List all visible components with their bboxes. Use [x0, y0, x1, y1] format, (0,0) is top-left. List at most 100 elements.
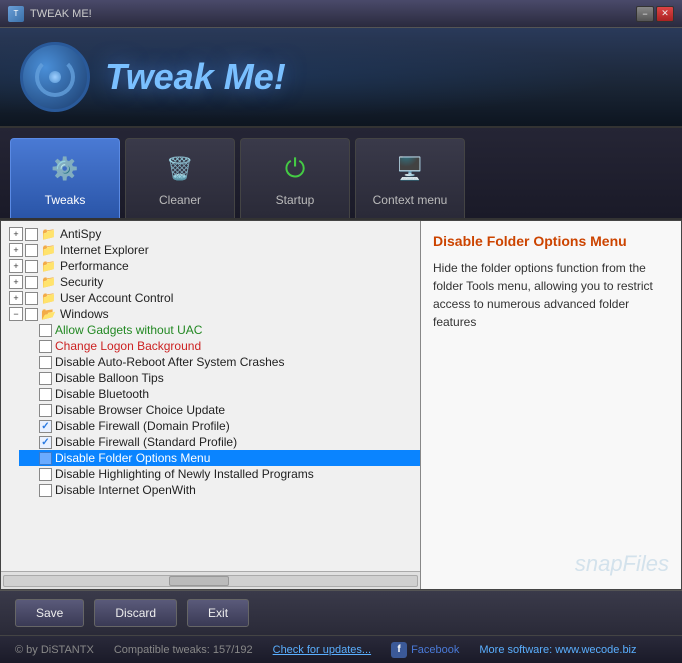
tree-item-antispy[interactable]: + 📁 AntiSpy — [5, 226, 420, 242]
label-performance: Performance — [60, 259, 129, 273]
check-updates-link[interactable]: Check for updates... — [273, 644, 371, 656]
tab-cleaner[interactable]: 🗑️ Cleaner — [125, 138, 235, 218]
checkbox-antispy[interactable] — [25, 228, 38, 241]
cleaner-icon: 🗑️ — [162, 151, 198, 187]
tree-item-disable-internet-openwith[interactable]: Disable Internet OpenWith — [19, 482, 420, 498]
checkbox-windows[interactable] — [25, 308, 38, 321]
tab-context-label: Context menu — [373, 193, 448, 207]
hscroll-track[interactable] — [3, 575, 418, 587]
more-software-link[interactable]: More software: www.wecode.biz — [479, 644, 636, 656]
label-disable-firewall-standard: Disable Firewall (Standard Profile) — [55, 435, 237, 449]
folder-icon-antispy: 📁 — [41, 227, 57, 241]
checkbox-disable-bluetooth[interactable] — [39, 388, 52, 401]
main-content: + 📁 AntiSpy + 📁 Internet Explorer + 📁 Pe… — [0, 220, 682, 590]
label-disable-folder-options: Disable Folder Options Menu — [55, 451, 210, 465]
tree-item-disable-highlighting[interactable]: Disable Highlighting of Newly Installed … — [19, 466, 420, 482]
copyright-text: © by DiSTANTX — [15, 644, 94, 656]
tab-startup[interactable]: ⏻ Startup — [240, 138, 350, 218]
tree-item-performance[interactable]: + 📁 Performance — [5, 258, 420, 274]
context-icon: 🖥️ — [392, 151, 428, 187]
app-header: Tweak Me! — [0, 28, 682, 128]
label-windows: Windows — [60, 307, 109, 321]
compatible-text: Compatible tweaks: 157/192 — [114, 644, 253, 656]
label-disable-browser-choice: Disable Browser Choice Update — [55, 403, 225, 417]
tree-scroll[interactable]: + 📁 AntiSpy + 📁 Internet Explorer + 📁 Pe… — [1, 221, 420, 571]
label-disable-highlighting: Disable Highlighting of Newly Installed … — [55, 467, 314, 481]
title-bar-left: T TWEAK ME! — [8, 6, 92, 22]
checkbox-uac[interactable] — [25, 292, 38, 305]
label-ie: Internet Explorer — [60, 243, 149, 257]
tree-item-disable-browser-choice[interactable]: Disable Browser Choice Update — [19, 402, 420, 418]
facebook-icon: f — [391, 642, 407, 658]
expand-ie[interactable]: + — [9, 243, 23, 257]
folder-icon-windows: 📂 — [41, 307, 57, 321]
app-logo — [20, 42, 90, 112]
horizontal-scrollbar[interactable] — [1, 571, 420, 589]
checkbox-disable-highlighting[interactable] — [39, 468, 52, 481]
app-name-text: Tweak Me! — [105, 56, 286, 97]
watermark: snapFiles — [433, 551, 669, 577]
app-title: Tweak Me! — [105, 56, 286, 98]
minimize-button[interactable]: − — [636, 6, 654, 22]
tree-item-change-logon[interactable]: Change Logon Background — [19, 338, 420, 354]
tab-context-menu[interactable]: 🖥️ Context menu — [355, 138, 465, 218]
expand-antispy[interactable]: + — [9, 227, 23, 241]
checkbox-disable-firewall-standard[interactable] — [39, 436, 52, 449]
label-disable-bluetooth: Disable Bluetooth — [55, 387, 149, 401]
expand-uac[interactable]: + — [9, 291, 23, 305]
tweaks-icon: ⚙️ — [47, 151, 83, 187]
tree-item-disable-balloon[interactable]: Disable Balloon Tips — [19, 370, 420, 386]
checkbox-disable-balloon[interactable] — [39, 372, 52, 385]
tree-item-windows[interactable]: − 📂 Windows — [5, 306, 420, 322]
logo-center — [49, 71, 61, 83]
checkbox-performance[interactable] — [25, 260, 38, 273]
tab-tweaks[interactable]: ⚙️ Tweaks — [10, 138, 120, 218]
exit-button[interactable]: Exit — [187, 599, 249, 627]
checkbox-allow-gadgets[interactable] — [39, 324, 52, 337]
title-bar-text: TWEAK ME! — [30, 8, 92, 20]
checkbox-ie[interactable] — [25, 244, 38, 257]
discard-button[interactable]: Discard — [94, 599, 177, 627]
tree-item-security[interactable]: + 📁 Security — [5, 274, 420, 290]
facebook-link[interactable]: f Facebook — [391, 642, 459, 658]
close-button[interactable]: ✕ — [656, 6, 674, 22]
hscroll-thumb[interactable] — [169, 576, 229, 586]
checkbox-disable-internet-openwith[interactable] — [39, 484, 52, 497]
label-disable-autoreboot: Disable Auto-Reboot After System Crashes — [55, 355, 284, 369]
label-security: Security — [60, 275, 103, 289]
folder-icon-security: 📁 — [41, 275, 57, 289]
right-panel: Disable Folder Options Menu Hide the fol… — [421, 221, 681, 589]
app-icon: T — [8, 6, 24, 22]
label-antispy: AntiSpy — [60, 227, 101, 241]
tree-item-disable-firewall-standard[interactable]: Disable Firewall (Standard Profile) — [19, 434, 420, 450]
folder-icon-uac: 📁 — [41, 291, 57, 305]
label-allow-gadgets: Allow Gadgets without UAC — [55, 323, 202, 337]
expand-windows[interactable]: − — [9, 307, 23, 321]
tree-item-uac[interactable]: + 📁 User Account Control — [5, 290, 420, 306]
save-button[interactable]: Save — [15, 599, 84, 627]
tree-item-disable-folder-options[interactable]: Disable Folder Options Menu — [19, 450, 420, 466]
checkbox-disable-firewall-domain[interactable] — [39, 420, 52, 433]
tree-item-disable-firewall-domain[interactable]: Disable Firewall (Domain Profile) — [19, 418, 420, 434]
tree-panel: + 📁 AntiSpy + 📁 Internet Explorer + 📁 Pe… — [1, 221, 421, 589]
tree-item-allow-gadgets[interactable]: Allow Gadgets without UAC — [19, 322, 420, 338]
window-controls: − ✕ — [636, 6, 674, 22]
label-uac: User Account Control — [60, 291, 173, 305]
checkbox-change-logon[interactable] — [39, 340, 52, 353]
facebook-text: Facebook — [411, 644, 459, 656]
tree-item-disable-autoreboot[interactable]: Disable Auto-Reboot After System Crashes — [19, 354, 420, 370]
expand-security[interactable]: + — [9, 275, 23, 289]
tab-cleaner-label: Cleaner — [159, 193, 201, 207]
checkbox-security[interactable] — [25, 276, 38, 289]
expand-performance[interactable]: + — [9, 259, 23, 273]
folder-icon-performance: 📁 — [41, 259, 57, 273]
checkbox-disable-autoreboot[interactable] — [39, 356, 52, 369]
panel-title: Disable Folder Options Menu — [433, 233, 669, 249]
tree-item-ie[interactable]: + 📁 Internet Explorer — [5, 242, 420, 258]
label-disable-firewall-domain: Disable Firewall (Domain Profile) — [55, 419, 230, 433]
checkbox-disable-browser-choice[interactable] — [39, 404, 52, 417]
tree-item-disable-bluetooth[interactable]: Disable Bluetooth — [19, 386, 420, 402]
checkbox-disable-folder-options[interactable] — [39, 452, 52, 465]
tab-startup-label: Startup — [276, 193, 315, 207]
nav-tabs: ⚙️ Tweaks 🗑️ Cleaner ⏻ Startup 🖥️ Contex… — [0, 128, 682, 220]
